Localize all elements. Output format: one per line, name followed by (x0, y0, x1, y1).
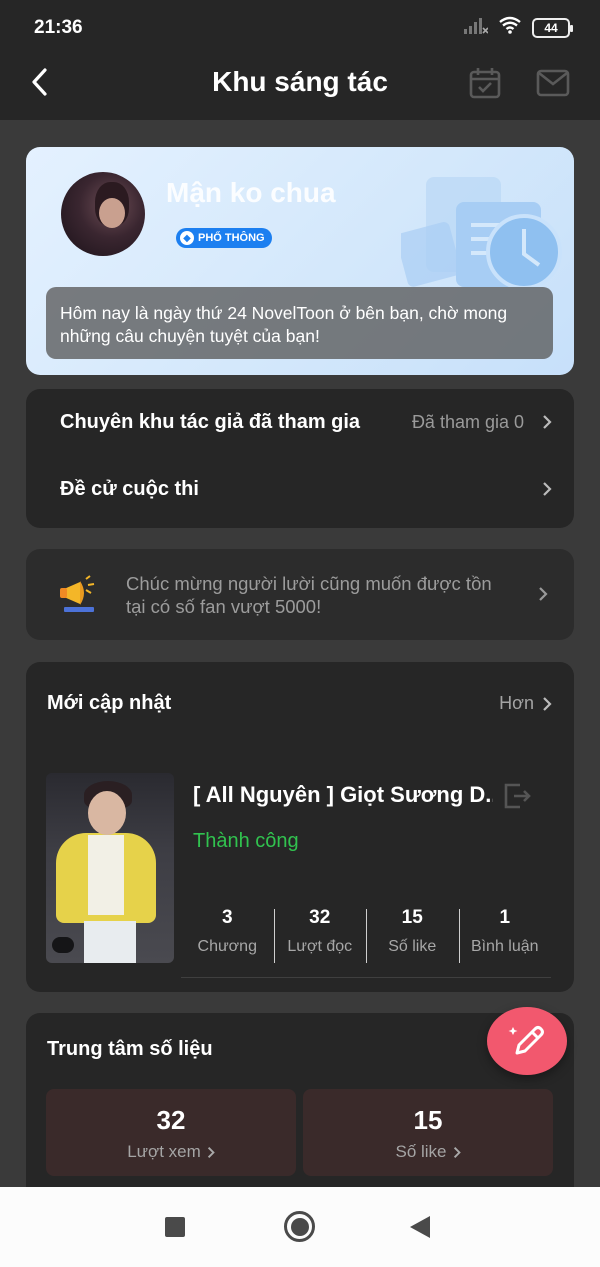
user-name: Mận ko chua (166, 177, 336, 208)
section-title: Mới cập nhật (47, 692, 172, 714)
chevron-right-icon (453, 1146, 461, 1158)
more-link[interactable]: Hơn (499, 693, 552, 714)
welcome-message: Hôm nay là ngày thứ 24 NovelToon ở bên b… (46, 287, 553, 359)
top-bar: 21:36 44 Khu sáng tác (0, 0, 600, 120)
menu-item-label: Chuyên khu tác giả đã tham gia (60, 410, 361, 433)
stat-chapters: 3 Chương (181, 907, 274, 965)
notice-text: Chúc mừng người lười cũng muốn được tồn … (126, 573, 492, 617)
stat-reads: 32 Lượt đọc (273, 907, 367, 965)
divider (181, 977, 551, 978)
views-label-row: Lượt xem (127, 1142, 215, 1162)
likes-label-row: Số like (395, 1142, 461, 1162)
stat-label: Chương (197, 938, 257, 955)
chevron-right-icon (543, 415, 552, 429)
menu-item-label: Đề cử cuộc thi (60, 477, 199, 500)
megaphone-icon (60, 575, 95, 612)
stat-comments: 1 Bình luận (458, 907, 552, 965)
work-status: Thành công (193, 830, 299, 852)
work-stats: 3 Chương 32 Lượt đọc 15 Số like 1 Bình l… (181, 907, 551, 965)
latest-updates-card: Mới cập nhật Hơn [ All Nguyên ] Giọt Sươ… (26, 662, 574, 992)
page-title: Khu sáng tác (212, 66, 388, 97)
pen-icon (508, 1026, 544, 1055)
menu-card: Chuyên khu tác giả đã tham gia Đã tham g… (26, 389, 574, 528)
level-badge: ◆ PHỔ THÔNG (176, 228, 272, 248)
menu-item-joined-zones[interactable]: Chuyên khu tác giả đã tham gia Đã tham g… (60, 402, 552, 442)
profile-card: Mận ko chua ◆ PHỔ THÔNG Hôm nay là ngày … (26, 147, 574, 375)
chevron-right-icon (207, 1146, 215, 1158)
mail-icon (536, 69, 570, 97)
notice-banner[interactable]: Chúc mừng người lười cũng muốn được tồn … (26, 549, 574, 640)
status-icons: 44 (464, 16, 573, 39)
stat-label: Lượt đọc (287, 938, 353, 955)
views-box[interactable]: 32 Lượt xem (46, 1089, 296, 1176)
write-fab-button[interactable] (487, 1007, 567, 1075)
battery-indicator: 44 (532, 17, 573, 38)
menu-item-value: Đã tham gia 0 (411, 411, 524, 432)
system-nav-bar (0, 1187, 600, 1267)
section-title: Trung tâm số liệu (47, 1038, 213, 1060)
mail-button[interactable] (536, 68, 570, 103)
stat-value: 1 (499, 907, 511, 928)
stat-label: Bình luận (470, 938, 539, 955)
views-value: 32 (156, 1105, 186, 1135)
diamond-icon: ◆ (180, 231, 194, 245)
level-badge-label: PHỔ THÔNG (198, 232, 265, 244)
status-time: 21:36 (34, 17, 83, 38)
work-title[interactable]: [ All Nguyên ] Giọt Sương D... (193, 782, 493, 808)
system-back-button[interactable] (410, 1216, 430, 1238)
comment-tag-icon (52, 937, 74, 953)
chevron-right-icon (543, 482, 552, 496)
home-button[interactable] (284, 1211, 315, 1242)
calendar-icon (469, 68, 501, 99)
stat-value: 32 (309, 907, 331, 928)
stat-value: 3 (221, 907, 233, 928)
recents-button[interactable] (165, 1217, 185, 1237)
stat-label: Số like (388, 938, 437, 955)
stat-value: 15 (401, 907, 423, 928)
likes-box[interactable]: 15 Số like (303, 1089, 553, 1176)
signal-icon (464, 16, 489, 39)
stat-likes: 15 Số like (366, 907, 459, 965)
decorative-document-clock-icon (401, 177, 562, 290)
likes-value: 15 (413, 1105, 443, 1135)
calendar-button[interactable] (468, 66, 502, 105)
more-link-label: Hơn (499, 693, 534, 713)
chevron-right-icon (543, 696, 552, 711)
chevron-right-icon (539, 587, 548, 601)
likes-label: Số like (395, 1142, 447, 1161)
avatar[interactable] (61, 172, 145, 256)
menu-item-contest[interactable]: Đề cử cuộc thi (60, 469, 552, 509)
export-icon (504, 783, 531, 809)
work-cover-image[interactable] (46, 773, 174, 963)
wifi-icon (498, 16, 522, 39)
views-label: Lượt xem (127, 1142, 201, 1161)
export-button[interactable] (502, 782, 532, 815)
